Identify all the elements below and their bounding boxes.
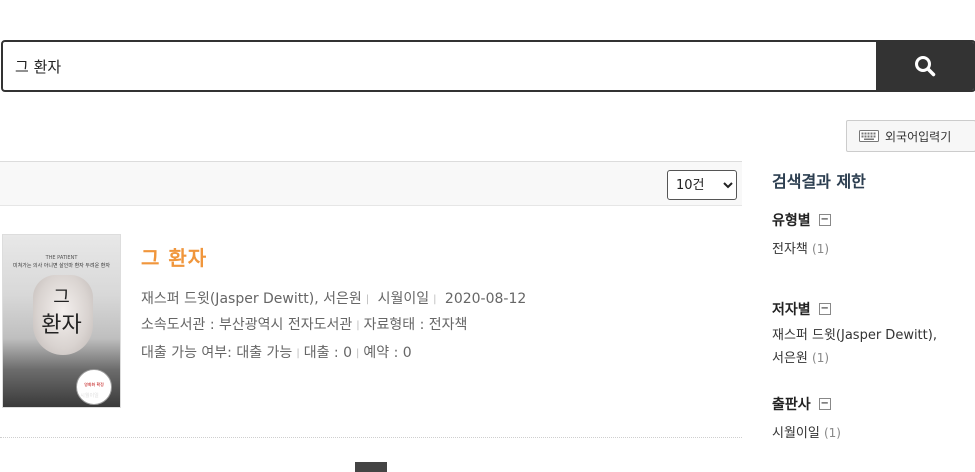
facet-item-count: (1) — [812, 242, 830, 256]
facet-item-count: (1) — [823, 426, 841, 440]
facet-author: 저자별 − 재스퍼 드윗(Jasper Dewitt), 서은원 (1) — [772, 299, 972, 370]
facet-publisher: 출판사 − 시월이일 (1) — [772, 394, 972, 445]
collapse-icon[interactable]: − — [818, 303, 831, 315]
book-cover-image[interactable]: THE PATIENT 미쳐가는 의사 아니면 살인마 환자 두려운 환자 그 … — [2, 234, 121, 408]
facet-item-label: 시월이일 — [772, 426, 820, 441]
result-availability: 대출 가능 여부: 대출 가능 — [141, 345, 293, 361]
result-publisher: 시월이일 — [377, 291, 430, 307]
facet-item-ebook[interactable]: 전자책 (1) — [772, 238, 972, 261]
result-meta-line1: 재스퍼 드윗(Jasper Dewitt), 서은원 | 시월이일 | 2020-0… — [141, 288, 526, 308]
facet-item-label: 전자책 — [772, 242, 808, 257]
result-material-type: 자료형태 : 전자책 — [363, 317, 468, 333]
facet-type: 유형별 − 전자책 (1) — [772, 210, 972, 261]
cover-title-line2: 환자 — [41, 313, 82, 338]
divider: | — [365, 294, 370, 305]
result-library: 소속도서관 : 부산광역시 전자도서관 — [141, 317, 353, 333]
facet-item-author[interactable]: 재스퍼 드윗(Jasper Dewitt), 서은원 (1) — [772, 325, 952, 370]
result-item: THE PATIENT 미쳐가는 의사 아니면 살인마 환자 두려운 환자 그 … — [0, 206, 742, 438]
divider: | — [296, 348, 300, 359]
result-title-link[interactable]: 그 환자 — [141, 242, 207, 271]
facet-item-label: 재스퍼 드윗(Jasper Dewitt), 서은원 — [772, 328, 937, 366]
pagination-current-page[interactable] — [355, 462, 387, 472]
search-filter-sidebar: 검색결과 제한 유형별 − 전자책 (1) 저자별 − 재스퍼 드윗(Jaspe… — [772, 168, 972, 445]
search-bar — [1, 40, 975, 92]
divider: | — [356, 348, 360, 359]
result-meta-line2: 소속도서관 : 부산광역시 전자도서관 | 자료형태 : 전자책 — [141, 314, 467, 334]
per-page-select[interactable]: 10건 — [667, 170, 737, 200]
foreign-language-input-button[interactable]: 외국어입력기 — [846, 120, 975, 152]
facet-heading: 출판사 — [772, 397, 811, 413]
facet-heading: 유형별 — [772, 213, 811, 229]
result-date: 2020-08-12 — [444, 291, 527, 307]
facet-item-count: (1) — [812, 351, 830, 365]
search-input[interactable] — [3, 42, 876, 90]
sidebar-title: 검색결과 제한 — [772, 172, 866, 191]
result-loans: 대출 : 0 — [303, 345, 352, 361]
keyboard-icon — [859, 130, 879, 142]
cover-publisher-mark: 시월이일 — [80, 393, 99, 399]
result-reservations: 예약 : 0 — [363, 345, 412, 361]
divider: | — [433, 294, 437, 305]
cover-tagline: 미쳐가는 의사 아니면 살인마 환자 두려운 환자 — [13, 263, 110, 269]
result-meta-line3: 대출 가능 여부: 대출 가능 | 대출 : 0 | 예약 : 0 — [141, 342, 412, 362]
result-author: 재스퍼 드윗(Jasper Dewitt), 서은원 — [141, 291, 362, 307]
search-button[interactable] — [876, 42, 974, 90]
cover-eng-title: THE PATIENT — [45, 255, 78, 261]
divider: | — [356, 320, 360, 331]
facet-heading: 저자별 — [772, 302, 811, 318]
collapse-icon[interactable]: − — [818, 214, 831, 226]
facet-item-publisher[interactable]: 시월이일 (1) — [772, 422, 972, 445]
cover-title-line1: 그 — [53, 287, 70, 308]
search-icon — [915, 56, 936, 77]
collapse-icon[interactable]: − — [818, 398, 831, 410]
results-toolbar: 10건 — [0, 161, 742, 206]
foreign-input-label: 외국어입력기 — [885, 129, 952, 144]
